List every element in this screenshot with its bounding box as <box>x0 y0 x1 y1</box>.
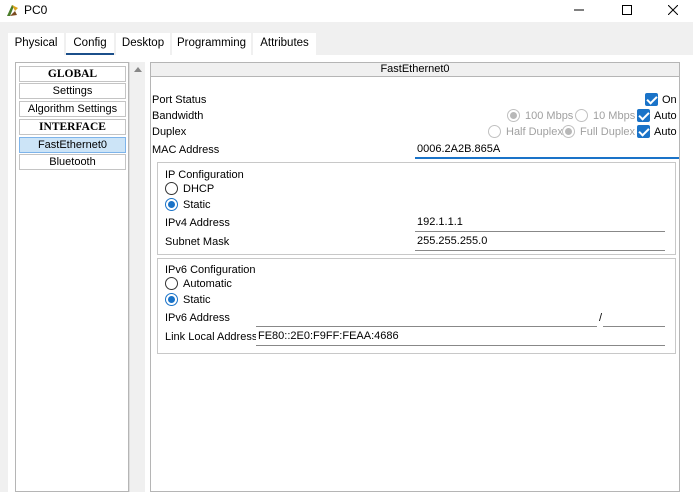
sidebar-item-bluetooth[interactable]: Bluetooth <box>19 154 126 170</box>
mac-address-label: MAC Address <box>152 144 220 156</box>
panel-title: FastEthernet0 <box>151 63 679 77</box>
duplex-auto-label: Auto <box>654 126 677 138</box>
sidebar-item-algorithm-settings[interactable]: Algorithm Settings <box>19 101 126 117</box>
tab-desktop[interactable]: Desktop <box>116 33 170 55</box>
duplex-full-radio[interactable] <box>562 125 575 138</box>
ipv6-address-label: IPv6 Address <box>165 312 230 324</box>
bandwidth-auto-label: Auto <box>654 110 677 122</box>
pc-icon <box>7 5 18 16</box>
ipv6-prefix-separator: / <box>599 312 603 324</box>
bandwidth-10-label: 10 Mbps <box>593 110 636 122</box>
duplex-half-radio[interactable] <box>488 125 501 138</box>
ipv4-address-input[interactable]: 192.1.1.1 <box>415 214 665 232</box>
dhcp-label: DHCP <box>183 183 215 195</box>
sidebar: GLOBAL Settings Algorithm Settings INTER… <box>15 62 129 492</box>
ipv6-configuration-title: IPv6 Configuration <box>165 264 256 276</box>
close-icon <box>668 5 678 15</box>
ipv4-static-radio[interactable] <box>165 198 178 211</box>
bandwidth-100-label: 100 Mbps <box>525 110 574 122</box>
close-button[interactable] <box>650 0 693 20</box>
ipv4-static-label: Static <box>183 199 211 211</box>
duplex-full-label: Full Duplex <box>580 126 636 138</box>
ipv6-automatic-radio[interactable] <box>165 277 178 290</box>
minimize-icon <box>574 9 584 11</box>
scroll-up-icon[interactable] <box>134 67 142 72</box>
duplex-half-label: Half Duplex <box>506 126 563 138</box>
maximize-button[interactable] <box>604 0 650 20</box>
tab-physical[interactable]: Physical <box>8 33 64 55</box>
ip-configuration-title: IP Configuration <box>165 169 244 181</box>
link-local-address-input[interactable]: FE80::2E0:F9FF:FEAA:4686 <box>256 328 665 346</box>
bandwidth-label: Bandwidth <box>152 110 204 122</box>
maximize-icon <box>622 5 632 15</box>
sidebar-item-fastethernet0[interactable]: FastEthernet0 <box>19 137 126 153</box>
sidebar-header-interface: INTERFACE <box>19 119 126 135</box>
port-status-on-label: On <box>662 94 677 106</box>
duplex-label: Duplex <box>152 126 187 138</box>
bandwidth-100-radio[interactable] <box>507 109 520 122</box>
tab-config[interactable]: Config <box>66 33 114 55</box>
bandwidth-10-radio[interactable] <box>575 109 588 122</box>
minimize-button[interactable] <box>556 0 602 20</box>
title-bar: PC0 <box>0 0 693 22</box>
ipv6-automatic-label: Automatic <box>183 278 232 290</box>
port-status-checkbox[interactable] <box>645 93 658 106</box>
subnet-mask-input[interactable]: 255.255.255.0 <box>415 233 665 251</box>
ipv6-prefix-input[interactable] <box>603 309 665 327</box>
ipv6-static-radio[interactable] <box>165 293 178 306</box>
ipv4-address-label: IPv4 Address <box>165 217 230 229</box>
bandwidth-auto-checkbox[interactable] <box>637 109 650 122</box>
tab-programming[interactable]: Programming <box>172 33 251 55</box>
window-title: PC0 <box>24 3 48 17</box>
port-status-label: Port Status <box>152 94 207 106</box>
duplex-auto-checkbox[interactable] <box>637 125 650 138</box>
mac-address-input[interactable]: 0006.2A2B.865A <box>415 141 679 159</box>
dhcp-radio[interactable] <box>165 182 178 195</box>
link-local-address-label: Link Local Address: <box>165 331 261 343</box>
sidebar-item-settings[interactable]: Settings <box>19 83 126 99</box>
ipv6-address-input[interactable] <box>256 309 597 327</box>
subnet-mask-label: Subnet Mask <box>165 236 230 248</box>
sidebar-header-global: GLOBAL <box>19 66 126 82</box>
ipv6-static-label: Static <box>183 294 211 306</box>
tab-attributes[interactable]: Attributes <box>253 33 316 55</box>
sidebar-scrollbar[interactable] <box>129 62 145 492</box>
